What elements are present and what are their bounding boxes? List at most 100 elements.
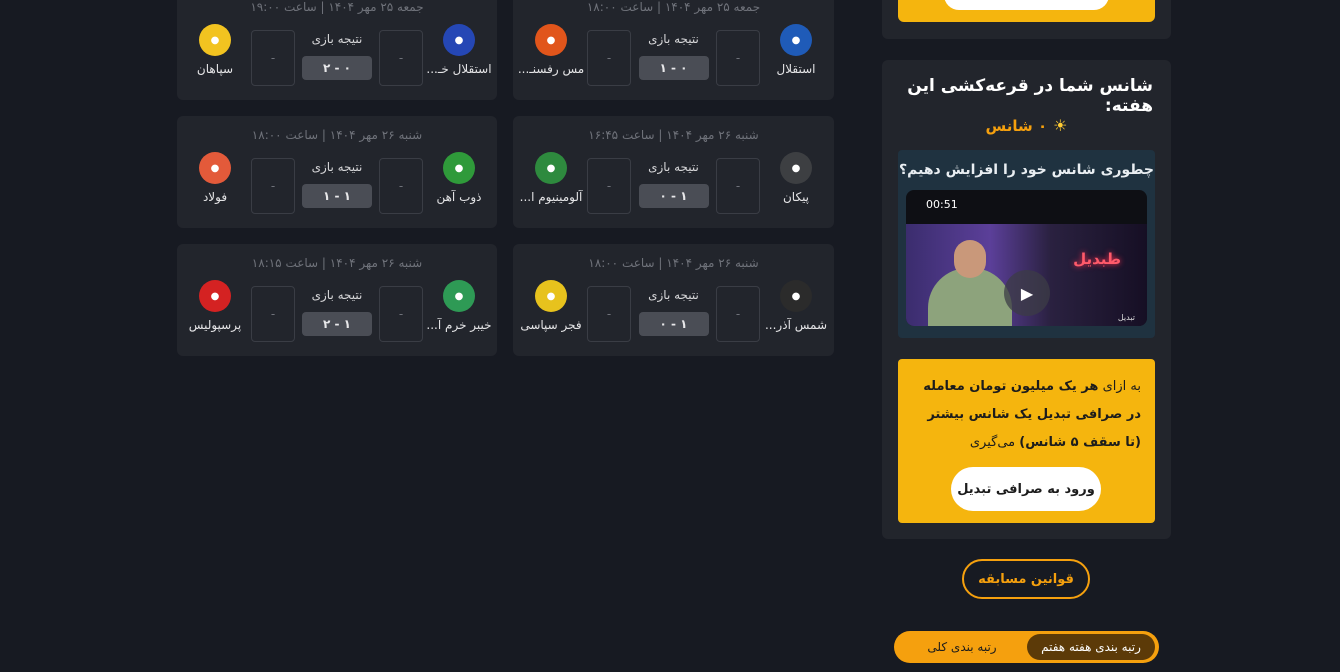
final-score: ۲ - ۱ [302, 312, 372, 336]
sun-icon: ☀ [1053, 116, 1068, 135]
away-team-name: پرسپولیس [188, 318, 242, 332]
away-prediction-input[interactable]: - [251, 158, 295, 214]
away-team: ● سپاهان [177, 24, 253, 76]
contest-rules-button[interactable]: قوانین مسابقه [962, 559, 1090, 599]
home-prediction-input[interactable]: - [716, 30, 760, 86]
match-date: شنبه ۲۶ مهر ۱۴۰۴ | ساعت ۱۶:۴۵ [588, 128, 759, 142]
match-card: شنبه ۲۶ مهر ۱۴۰۴ | ساعت ۱۸:۰۰ ● شمس آذر.… [513, 244, 834, 356]
final-score: ۱ - ۰ [638, 56, 709, 80]
video-brand: تبدیل [1117, 313, 1135, 322]
home-team: ● استقلال خـ... [421, 24, 497, 76]
away-team-name: فولاد [202, 190, 228, 204]
home-team: ● شمس آذر... [758, 280, 834, 332]
result-label: نتیجه بازی [311, 288, 363, 302]
home-team-name: پیکان [782, 190, 810, 204]
match-card: شنبه ۲۶ مهر ۱۴۰۴ | ساعت ۱۶:۴۵ ● پیکان - … [513, 116, 834, 228]
home-team-name: شمس آذر... [764, 318, 828, 332]
weekly-chance-title: شانس شما در قرعه‌کشی این هفته: [907, 76, 1153, 116]
foolad-logo: ● [199, 152, 231, 184]
final-score: ۲ - ۰ [302, 56, 372, 80]
away-team: ● فجر سپاسی [513, 280, 589, 332]
zob-ahan-logo: ● [443, 152, 475, 184]
promo-text-suffix: می‌گیری [969, 435, 1016, 450]
promo-box: به ازای هر یک میلیون تومان معامله در صرا… [898, 359, 1155, 523]
match-result: نتیجه بازی ۱ - ۰ [638, 30, 709, 80]
play-icon[interactable]: ▶ [1004, 270, 1050, 316]
home-team: ● استقلال [758, 24, 834, 76]
video-title: چطوری شانس خود را افزایش دهیم؟ [899, 162, 1154, 178]
result-label: نتیجه بازی [648, 160, 699, 174]
home-team-name: ذوب آهن [436, 190, 482, 204]
video-card: چطوری شانس خود را افزایش دهیم؟ طبدیل تبد… [898, 150, 1155, 338]
match-row: ● استقلال خـ... - نتیجه بازی ۲ - ۰ - ● س… [177, 24, 497, 86]
match-date: جمعه ۲۵ مهر ۱۴۰۴ | ساعت ۱۹:۰۰ [250, 0, 424, 14]
match-result: نتیجه بازی ۱ - ۱ [302, 158, 372, 208]
video-player[interactable]: طبدیل تبدیل 00:51 ▶ [906, 190, 1147, 326]
ranking-toggle: رتبه بندی هفته هفتم رتبه بندی کلی [894, 631, 1159, 663]
sidebar-top-button[interactable] [944, 0, 1109, 10]
away-prediction-input[interactable]: - [587, 286, 631, 342]
match-row: ● پیکان - نتیجه بازی ۰ - ۱ - ● آلومینیوم… [513, 152, 834, 214]
match-result: نتیجه بازی ۲ - ۰ [302, 30, 372, 80]
result-label: نتیجه بازی [648, 288, 699, 302]
home-team-name: استقلال [776, 62, 816, 76]
sidebar-top-banner [898, 0, 1155, 22]
match-date: جمعه ۲۵ مهر ۱۴۰۴ | ساعت ۱۸:۰۰ [586, 0, 761, 14]
tab-overall-ranking[interactable]: رتبه بندی کلی [898, 634, 1026, 660]
esteghlal-logo: ● [780, 24, 812, 56]
fajr-sepasi-logo: ● [535, 280, 567, 312]
away-team-name: آلومینیوم ا... [519, 190, 583, 204]
weekly-chance-value: ☀ ۰ شانس [882, 116, 1171, 135]
away-team-name: فجر سپاسی [520, 318, 582, 332]
tab-weekly-ranking[interactable]: رتبه بندی هفته هفتم [1027, 634, 1155, 660]
away-team: ● پرسپولیس [177, 280, 253, 332]
final-score: ۰ - ۱ [638, 312, 709, 336]
match-row: ● استقلال - نتیجه بازی ۱ - ۰ - ● مس رفسن… [513, 24, 834, 86]
paykan-logo: ● [780, 152, 812, 184]
match-result: نتیجه بازی ۲ - ۱ [302, 286, 372, 336]
match-card: جمعه ۲۵ مهر ۱۴۰۴ | ساعت ۱۹:۰۰ ● استقلال … [177, 0, 497, 100]
home-team-name: خیبر خرم آ... [426, 318, 492, 332]
home-prediction-input[interactable]: - [716, 158, 760, 214]
promo-text: به ازای هر یک میلیون تومان معامله در صرا… [912, 373, 1141, 457]
away-team: ● آلومینیوم ا... [513, 152, 589, 204]
home-team: ● پیکان [758, 152, 834, 204]
weekly-chance-panel: شانس شما در قرعه‌کشی این هفته: ☀ ۰ شانس چ… [882, 60, 1171, 539]
sidebar-top-panel [882, 0, 1171, 39]
home-team: ● خیبر خرم آ... [421, 280, 497, 332]
home-prediction-input[interactable]: - [716, 286, 760, 342]
away-prediction-input[interactable]: - [587, 30, 631, 86]
final-score: ۰ - ۱ [638, 184, 709, 208]
home-team: ● ذوب آهن [421, 152, 497, 204]
match-row: ● خیبر خرم آ... - نتیجه بازی ۲ - ۱ - ● پ… [177, 280, 497, 342]
home-prediction-input[interactable]: - [379, 30, 423, 86]
match-row: ● ذوب آهن - نتیجه بازی ۱ - ۱ - ● فولاد [177, 152, 497, 214]
match-result: نتیجه بازی ۰ - ۱ [638, 286, 709, 336]
sepahan-logo: ● [199, 24, 231, 56]
neon-sign: طبدیل [1073, 250, 1121, 268]
away-team: ● فولاد [177, 152, 253, 204]
matches-grid: جمعه ۲۵ مهر ۱۴۰۴ | ساعت ۱۸:۰۰ ● استقلال … [177, 0, 834, 356]
away-prediction-input[interactable]: - [251, 286, 295, 342]
home-prediction-input[interactable]: - [379, 286, 423, 342]
match-row: ● شمس آذر... - نتیجه بازی ۰ - ۱ - ● فجر … [513, 280, 834, 342]
away-team-name: سپاهان [196, 62, 234, 76]
result-label: نتیجه بازی [311, 160, 363, 174]
match-result: نتیجه بازی ۰ - ۱ [638, 158, 709, 208]
match-date: شنبه ۲۶ مهر ۱۴۰۴ | ساعت ۱۸:۰۰ [588, 256, 759, 270]
mes-rafsanjan-logo: ● [535, 24, 567, 56]
home-team-name: استقلال خـ... [426, 62, 492, 76]
aluminium-arak-logo: ● [535, 152, 567, 184]
enter-exchange-button[interactable]: ورود به صرافی تبدیل [951, 467, 1101, 511]
home-prediction-input[interactable]: - [379, 158, 423, 214]
match-card: شنبه ۲۶ مهر ۱۴۰۴ | ساعت ۱۸:۱۵ ● خیبر خرم… [177, 244, 497, 356]
away-team-name: مس رفسنـ... [517, 62, 585, 76]
match-card: جمعه ۲۵ مهر ۱۴۰۴ | ساعت ۱۸:۰۰ ● استقلال … [513, 0, 834, 100]
presenter-head [954, 240, 986, 278]
shams-azar-logo: ● [780, 280, 812, 312]
video-duration: 00:51 [926, 198, 958, 211]
match-date: شنبه ۲۶ مهر ۱۴۰۴ | ساعت ۱۸:۰۰ [251, 128, 423, 142]
away-prediction-input[interactable]: - [251, 30, 295, 86]
promo-text-prefix: به ازای [1102, 379, 1141, 394]
away-prediction-input[interactable]: - [587, 158, 631, 214]
